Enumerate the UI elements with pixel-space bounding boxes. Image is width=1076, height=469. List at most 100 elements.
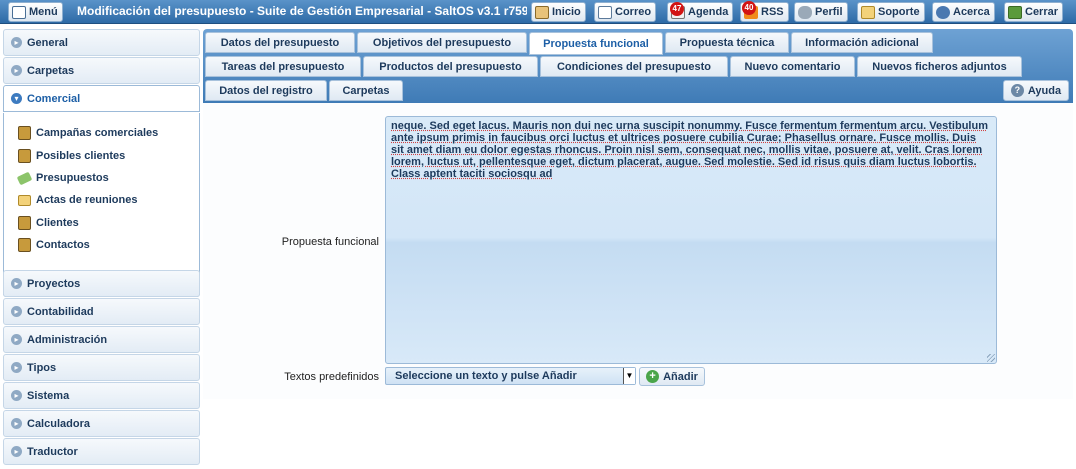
resize-handle[interactable] xyxy=(987,354,995,362)
sidebar-section-label: Tipos xyxy=(27,361,57,374)
sidebar-section-label: Sistema xyxy=(27,389,70,402)
about-button-label: Acerca xyxy=(953,6,990,18)
expand-icon: ▸ xyxy=(11,390,22,401)
help-button[interactable]: ? Ayuda xyxy=(1003,80,1069,101)
home-button-label: Inicio xyxy=(552,6,581,18)
propuesta-text: neque. Sed eget lacus. Mauris non dui ne… xyxy=(391,120,988,180)
sidebar-section-tipos[interactable]: ▸ Tipos xyxy=(3,354,200,381)
contacts-book-icon xyxy=(18,238,31,252)
close-button[interactable]: Cerrar xyxy=(1004,2,1064,22)
money-icon xyxy=(16,171,33,185)
tab-propuesta-funcional[interactable]: Propuesta funcional xyxy=(529,32,663,55)
expand-icon: ▸ xyxy=(11,65,22,76)
sidebar-section-contabilidad[interactable]: ▸ Contabilidad xyxy=(3,298,200,325)
tab-propuesta-tecnica[interactable]: Propuesta técnica xyxy=(665,32,789,53)
tab-nuevo-comentario[interactable]: Nuevo comentario xyxy=(730,56,855,77)
profile-button-label: Perfil xyxy=(815,6,843,18)
rss-badge: 40 xyxy=(742,0,756,15)
sidebar-item-label: Posibles clientes xyxy=(36,150,126,162)
tab-informacion-adicional[interactable]: Información adicional xyxy=(791,32,933,53)
predef-select[interactable]: Seleccione un texto y pulse Añadir ▼ xyxy=(385,367,636,385)
calendar-icon: 47 xyxy=(670,1,685,19)
menu-button-label: Menú xyxy=(29,6,58,18)
help-icon: ? xyxy=(1010,84,1024,97)
top-bar: Menú Modificación del presupuesto - Suit… xyxy=(0,0,1076,24)
sidebar-section-comercial[interactable]: ▾ Comercial xyxy=(3,85,200,112)
tab-tareas-presupuesto[interactable]: Tareas del presupuesto xyxy=(205,56,361,77)
support-button-label: Soporte xyxy=(878,6,920,18)
rss-icon: 40 xyxy=(742,0,758,19)
sidebar-section-label: Administración xyxy=(27,333,108,346)
profile-button[interactable]: Perfil xyxy=(794,2,848,22)
tab-datos-registro[interactable]: Datos del registro xyxy=(205,80,327,101)
contacts-book-icon xyxy=(18,149,31,163)
sidebar-item-campanas[interactable]: Campañas comerciales xyxy=(18,125,158,141)
home-button[interactable]: Inicio xyxy=(531,2,586,22)
sidebar-section-sistema[interactable]: ▸ Sistema xyxy=(3,382,200,409)
sidebar-section-carpetas[interactable]: ▸ Carpetas xyxy=(3,57,200,84)
sidebar-section-label: Traductor xyxy=(27,445,78,458)
sidebar-item-label: Contactos xyxy=(36,239,90,251)
wrench-icon xyxy=(798,5,812,19)
chevron-down-icon: ▼ xyxy=(623,368,635,384)
tab-datos-presupuesto[interactable]: Datos del presupuesto xyxy=(205,32,355,53)
sidebar-item-label: Campañas comerciales xyxy=(36,127,159,139)
sidebar-section-label: General xyxy=(27,36,68,49)
home-icon xyxy=(535,5,549,19)
rss-button[interactable]: 40 RSS xyxy=(740,0,789,22)
mail-button-label: Correo xyxy=(615,6,652,18)
contacts-book-icon xyxy=(18,126,31,140)
propuesta-textarea[interactable]: neque. Sed eget lacus. Mauris non dui ne… xyxy=(385,116,997,364)
tab-condiciones-presupuesto[interactable]: Condiciones del presupuesto xyxy=(540,56,728,77)
sidebar-section-label: Contabilidad xyxy=(27,305,94,318)
support-button[interactable]: Soporte xyxy=(857,2,925,22)
support-icon xyxy=(861,5,875,19)
agenda-button[interactable]: 47 Agenda xyxy=(667,1,734,22)
predef-selected-value: Seleccione un texto y pulse Añadir xyxy=(395,370,577,382)
sidebar-item-posibles-clientes[interactable]: Posibles clientes xyxy=(18,148,125,164)
contacts-book-icon xyxy=(18,216,31,230)
about-button[interactable]: Acerca xyxy=(932,2,995,22)
sidebar-section-calculadora[interactable]: ▸ Calculadora xyxy=(3,410,200,437)
form-area: Propuesta funcional neque. Sed eget lacu… xyxy=(203,103,1073,399)
plus-icon: + xyxy=(646,370,660,383)
expand-icon: ▸ xyxy=(11,446,22,457)
propuesta-label: Propuesta funcional xyxy=(281,236,379,248)
agenda-badge: 47 xyxy=(670,1,684,16)
sidebar-section-label: Proyectos xyxy=(27,277,81,290)
sidebar-section-general[interactable]: ▸ General xyxy=(3,29,200,56)
tab-bar: Datos del presupuesto Objetivos del pres… xyxy=(203,29,1073,103)
sidebar-item-label: Clientes xyxy=(36,217,79,229)
expand-icon: ▸ xyxy=(11,362,22,373)
agenda-button-label: Agenda xyxy=(688,6,729,18)
menu-button[interactable]: Menú xyxy=(8,2,63,22)
sidebar-section-label: Comercial xyxy=(27,92,81,105)
tab-nuevos-ficheros[interactable]: Nuevos ficheros adjuntos xyxy=(857,56,1022,77)
sidebar-item-presupuestos[interactable]: Presupuestos xyxy=(16,170,109,186)
predef-label: Textos predefinidos xyxy=(284,371,379,383)
expand-icon: ▸ xyxy=(11,306,22,317)
window-title: Modificación del presupuesto - Suite de … xyxy=(77,4,527,18)
tab-carpetas[interactable]: Carpetas xyxy=(329,80,403,101)
rss-button-label: RSS xyxy=(761,6,784,18)
sidebar-item-clientes[interactable]: Clientes xyxy=(18,215,79,231)
collapse-icon: ▾ xyxy=(11,93,22,104)
sidebar-section-administracion[interactable]: ▸ Administración xyxy=(3,326,200,353)
add-text-button[interactable]: + Añadir xyxy=(639,367,705,386)
sidebar-section-proyectos[interactable]: ▸ Proyectos xyxy=(3,270,200,297)
help-label: Ayuda xyxy=(1027,84,1062,97)
sidebar-item-label: Presupuestos xyxy=(36,172,109,184)
sidebar-section-label: Carpetas xyxy=(27,64,75,77)
mail-button[interactable]: Correo xyxy=(594,2,657,22)
add-text-label: Añadir xyxy=(663,370,698,383)
sidebar-item-actas[interactable]: Actas de reuniones xyxy=(18,192,137,208)
expand-icon: ▸ xyxy=(11,334,22,345)
exit-icon xyxy=(1008,5,1022,19)
tab-productos-presupuesto[interactable]: Productos del presupuesto xyxy=(363,56,538,77)
sidebar-section-traductor[interactable]: ▸ Traductor xyxy=(3,438,200,465)
tab-objetivos-presupuesto[interactable]: Objetivos del presupuesto xyxy=(357,32,527,53)
notes-icon xyxy=(18,194,31,206)
expand-icon: ▸ xyxy=(11,37,22,48)
sidebar-item-contactos[interactable]: Contactos xyxy=(18,237,90,253)
mail-icon xyxy=(598,5,612,19)
